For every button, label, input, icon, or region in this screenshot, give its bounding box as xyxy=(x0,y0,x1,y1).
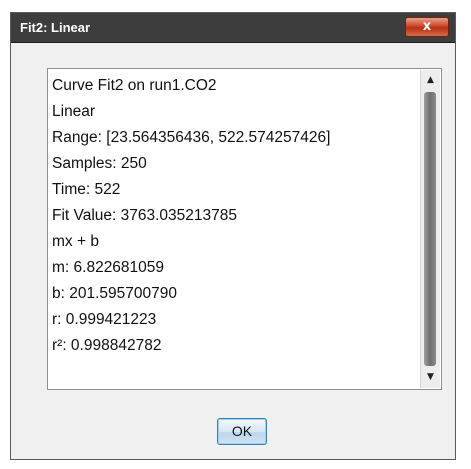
ok-button[interactable]: OK xyxy=(217,418,267,445)
result-line-fit-type: Linear xyxy=(52,103,96,120)
result-line-b: b: 201.595700790 xyxy=(52,285,177,302)
scroll-down-icon[interactable]: ▼ xyxy=(421,369,440,386)
fit-dialog: Fit2: Linear x Curve Fit2 on run1.CO2 Li… xyxy=(10,12,456,460)
result-line-fit-value: Fit Value: 3763.035213785 xyxy=(52,207,238,224)
result-line-time: Time: 522 xyxy=(52,181,121,198)
results-text-box[interactable]: Curve Fit2 on run1.CO2 Linear Range: [23… xyxy=(47,68,442,390)
close-button[interactable]: x xyxy=(405,17,449,37)
result-line-curve: Curve Fit2 on run1.CO2 xyxy=(52,77,217,94)
result-line-equation: mx + b xyxy=(52,233,99,250)
title-bar[interactable]: Fit2: Linear x xyxy=(11,13,455,43)
result-line-r-squared: r²: 0.998842782 xyxy=(52,337,162,354)
result-line-range: Range: [23.564356436, 522.574257426] xyxy=(52,129,331,146)
close-icon: x xyxy=(422,19,432,34)
result-line-m: m: 6.822681059 xyxy=(52,259,165,276)
scroll-up-icon[interactable]: ▲ xyxy=(421,72,440,89)
result-line-samples: Samples: 250 xyxy=(52,155,147,172)
result-line-r: r: 0.999421223 xyxy=(52,311,157,328)
window-title: Fit2: Linear xyxy=(20,20,91,35)
vertical-scrollbar[interactable]: ▲ ▼ xyxy=(420,70,440,388)
results-text-area: Curve Fit2 on run1.CO2 Linear Range: [23… xyxy=(52,73,417,385)
scroll-thumb[interactable] xyxy=(424,92,436,366)
